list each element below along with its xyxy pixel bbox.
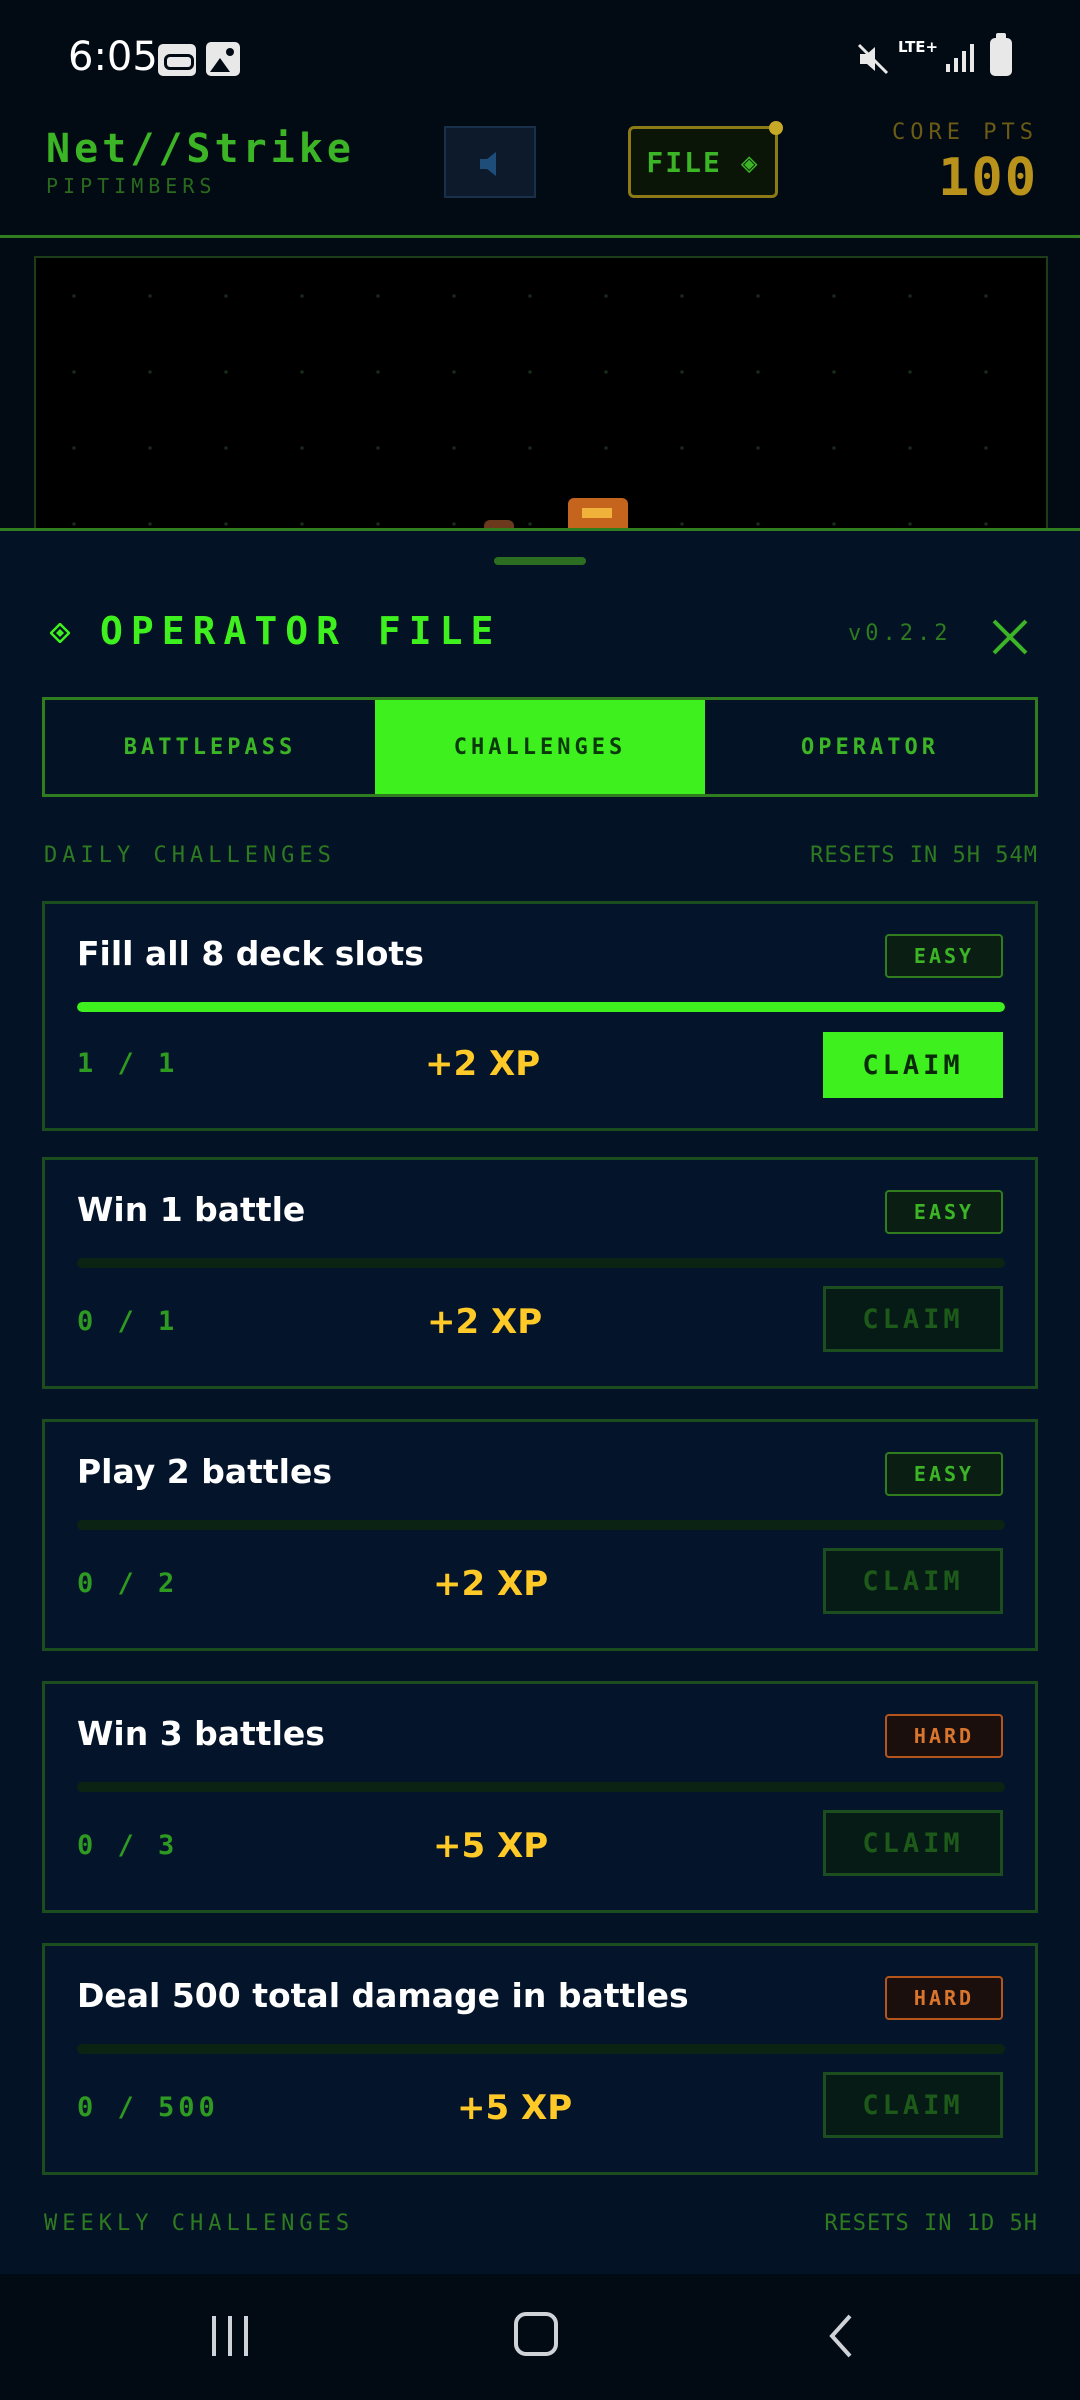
- progress-text: 0 / 500: [77, 2092, 219, 2123]
- diamond-icon: [50, 623, 70, 643]
- xp-reward: +5 XP: [457, 2088, 573, 2128]
- weekly-challenges-heading: WEEKLY CHALLENGES: [44, 2211, 355, 2236]
- claim-button[interactable]: CLAIM: [823, 2072, 1003, 2138]
- core-pts-label: CORE PTS: [892, 120, 1038, 145]
- close-icon[interactable]: [986, 613, 1034, 661]
- difficulty-badge: EASY: [885, 1190, 1003, 1234]
- progress-bar: [77, 1002, 1005, 1012]
- sound-toggle-button[interactable]: [444, 126, 536, 198]
- home-icon[interactable]: [514, 2312, 558, 2356]
- notification-dot: [769, 121, 783, 135]
- app-header: Net//Strike PIPTIMBERS FILE ◈ CORE PTS 1…: [0, 118, 1080, 238]
- image-icon: [206, 42, 240, 76]
- progress-text: 0 / 1: [77, 1306, 179, 1337]
- progress-bar: [77, 1258, 1005, 1268]
- status-bar: 6:05 LTE+: [0, 0, 1080, 118]
- xp-reward: +2 XP: [433, 1564, 549, 1604]
- progress-bar: [77, 1520, 1005, 1530]
- tab-challenges[interactable]: CHALLENGES: [375, 700, 705, 794]
- operator-file-sheet: OPERATOR FILE v0.2.2 BATTLEPASS CHALLENG…: [0, 528, 1080, 2274]
- xp-reward: +2 XP: [427, 1302, 543, 1342]
- system-nav-bar: [0, 2274, 1080, 2400]
- challenge-card: Fill all 8 deck slots EASY 1 / 1 +2 XP C…: [42, 901, 1038, 1131]
- battery-icon: [990, 33, 1012, 76]
- progress-bar: [77, 2044, 1005, 2054]
- app-subtitle: PIPTIMBERS: [46, 174, 217, 198]
- recents-icon[interactable]: [206, 2314, 254, 2358]
- daily-challenges-heading: DAILY CHALLENGES: [44, 843, 336, 868]
- challenge-card: Win 1 battle EASY 0 / 1 +2 XP CLAIM: [42, 1157, 1038, 1389]
- claim-button[interactable]: CLAIM: [823, 1286, 1003, 1352]
- difficulty-badge: HARD: [885, 1976, 1003, 2020]
- game-board: [34, 256, 1048, 546]
- challenge-title: Win 1 battle: [77, 1190, 306, 1229]
- speaker-icon: [480, 152, 496, 176]
- tab-operator[interactable]: OPERATOR: [705, 700, 1035, 794]
- version-label: v0.2.2: [848, 621, 952, 646]
- sheet-title: OPERATOR FILE: [100, 609, 502, 653]
- voicemail-icon: [158, 44, 196, 76]
- app-title: Net//Strike: [46, 126, 355, 172]
- challenge-card: Deal 500 total damage in battles HARD 0 …: [42, 1943, 1038, 2175]
- network-type: LTE+: [898, 38, 939, 56]
- tab-bar: BATTLEPASS CHALLENGES OPERATOR: [42, 697, 1038, 797]
- challenge-card: Win 3 battles HARD 0 / 3 +5 XP CLAIM: [42, 1681, 1038, 1913]
- back-icon[interactable]: [822, 2312, 862, 2360]
- signal-icon: [946, 44, 974, 72]
- file-button[interactable]: FILE ◈: [628, 121, 783, 198]
- xp-reward: +5 XP: [433, 1826, 549, 1866]
- progress-text: 1 / 1: [77, 1048, 179, 1079]
- challenge-title: Play 2 battles: [77, 1452, 332, 1491]
- difficulty-badge: EASY: [885, 1452, 1003, 1496]
- challenge-title: Fill all 8 deck slots: [77, 934, 424, 973]
- progress-text: 0 / 2: [77, 1568, 179, 1599]
- xp-reward: +2 XP: [425, 1044, 541, 1084]
- challenge-title: Win 3 battles: [77, 1714, 325, 1753]
- claim-button[interactable]: CLAIM: [823, 1810, 1003, 1876]
- challenge-title: Deal 500 total damage in battles: [77, 1976, 689, 2015]
- mute-icon: [857, 43, 889, 75]
- status-time: 6:05: [68, 34, 158, 80]
- challenge-card: Play 2 battles EASY 0 / 2 +2 XP CLAIM: [42, 1419, 1038, 1651]
- daily-reset-timer: RESETS IN 5H 54M: [810, 843, 1038, 868]
- progress-fill: [77, 1002, 1005, 1012]
- claim-button[interactable]: CLAIM: [823, 1548, 1003, 1614]
- claim-button[interactable]: CLAIM: [823, 1032, 1003, 1098]
- tab-battlepass[interactable]: BATTLEPASS: [45, 700, 375, 794]
- weekly-reset-timer: RESETS IN 1D 5H: [824, 2211, 1038, 2236]
- progress-bar: [77, 1782, 1005, 1792]
- difficulty-badge: HARD: [885, 1714, 1003, 1758]
- sheet-drag-handle[interactable]: [494, 557, 586, 565]
- core-pts-value: 100: [938, 148, 1038, 208]
- file-button-label: FILE ◈: [646, 145, 760, 179]
- difficulty-badge: EASY: [885, 934, 1003, 978]
- progress-text: 0 / 3: [77, 1830, 179, 1861]
